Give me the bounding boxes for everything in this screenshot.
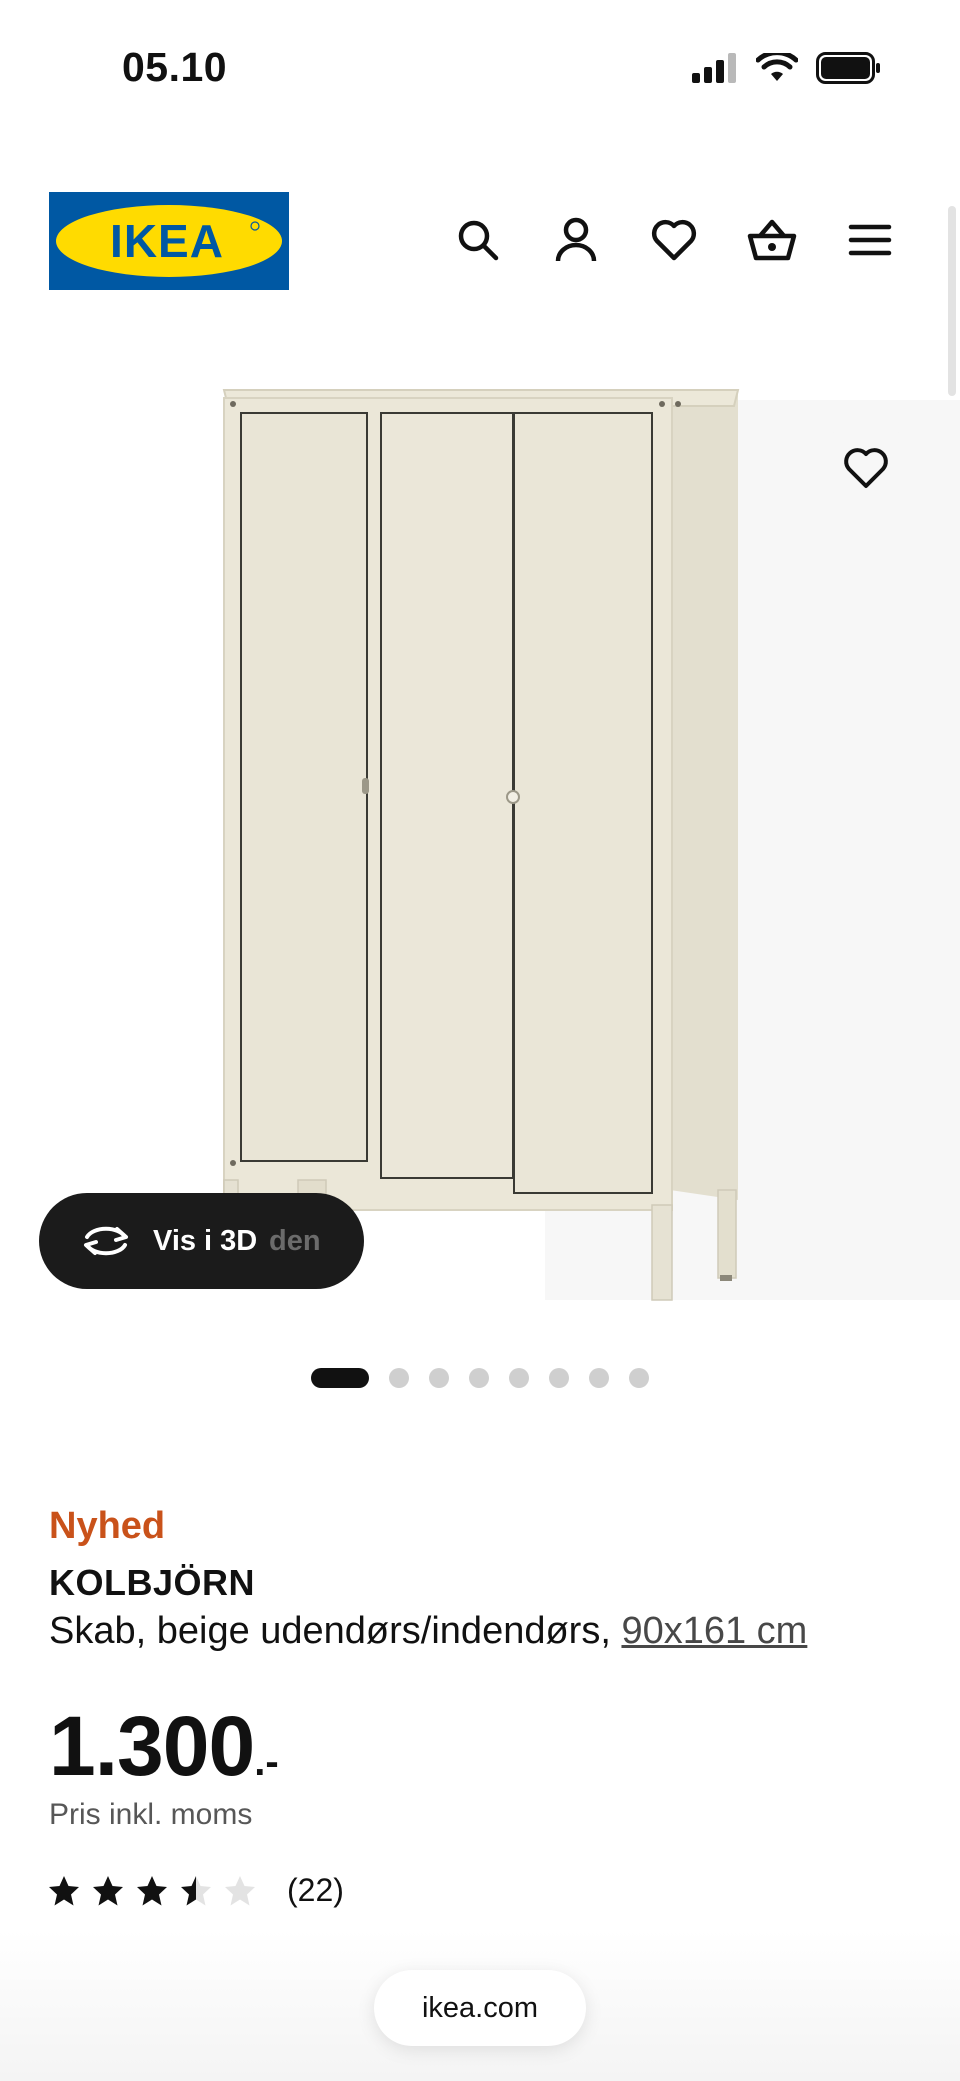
menu-button[interactable] [842,212,898,268]
rating-count: (22) [287,1872,344,1908]
product-price: 1.300 .- [49,1698,279,1795]
star-icon [49,1875,79,1905]
heart-outline-icon [844,448,888,488]
search-icon [458,220,499,261]
carousel-dot[interactable] [589,1368,609,1388]
rating-stars [47,1874,257,1908]
wifi-icon [756,53,798,81]
favourites-button[interactable] [646,212,702,268]
url-bar-domain[interactable]: ikea.com [374,1970,586,2046]
price-note: Pris inkl. moms [49,1798,253,1831]
header-nav-icons [450,212,898,268]
carousel-dot[interactable] [389,1368,409,1388]
ikea-logo[interactable]: IKEA [49,192,289,290]
shopping-basket-icon [747,219,797,261]
carousel-dot[interactable] [429,1368,449,1388]
status-bar: 05.10 [0,0,960,140]
product-description: Skab, beige udendørs/indendørs, 90x161 c… [49,1610,929,1653]
site-header: IKEA [0,192,960,292]
user-icon [555,217,597,262]
status-time: 05.10 [122,44,228,90]
heart-icon [651,219,697,261]
price-value: 1.300 [49,1699,255,1793]
svg-text:IKEA: IKEA [110,215,224,267]
search-button[interactable] [450,212,506,268]
carousel-dot[interactable] [549,1368,569,1388]
product-description-text: Skab, beige udendørs/indendørs, [49,1610,622,1652]
view-in-3d-button[interactable]: Vis i 3D den [39,1193,364,1289]
price-suffix: .- [254,1740,279,1784]
star-icon [225,1875,255,1905]
star-icon [93,1875,123,1905]
new-badge: Nyhed [49,1505,166,1547]
carousel-dot[interactable] [629,1368,649,1388]
product-name: KOLBJÖRN [49,1562,256,1603]
ghost-button-label: den [269,1225,321,1257]
product-rating[interactable]: (22) [47,1872,344,1909]
battery-icon [816,52,880,84]
product-size-link[interactable]: 90x161 cm [621,1610,807,1652]
view-in-3d-label: Vis i 3D [153,1224,258,1257]
hamburger-menu-icon [848,224,892,256]
status-icons [692,52,882,84]
carousel-dot[interactable] [311,1368,369,1388]
product-info: Nyhed KOLBJÖRN Skab, beige udendørs/inde… [49,1505,929,1653]
product-image[interactable] [0,360,960,1320]
rotate-3d-icon [84,1226,128,1256]
carousel-dot[interactable] [509,1368,529,1388]
cellular-signal-icon [692,53,736,83]
star-icon [137,1875,167,1905]
star-icon [181,1875,211,1905]
image-carousel-dots [0,1368,960,1388]
carousel-dot[interactable] [469,1368,489,1388]
account-button[interactable] [548,212,604,268]
cart-button[interactable] [744,212,800,268]
add-to-favourites-button[interactable] [818,420,914,516]
